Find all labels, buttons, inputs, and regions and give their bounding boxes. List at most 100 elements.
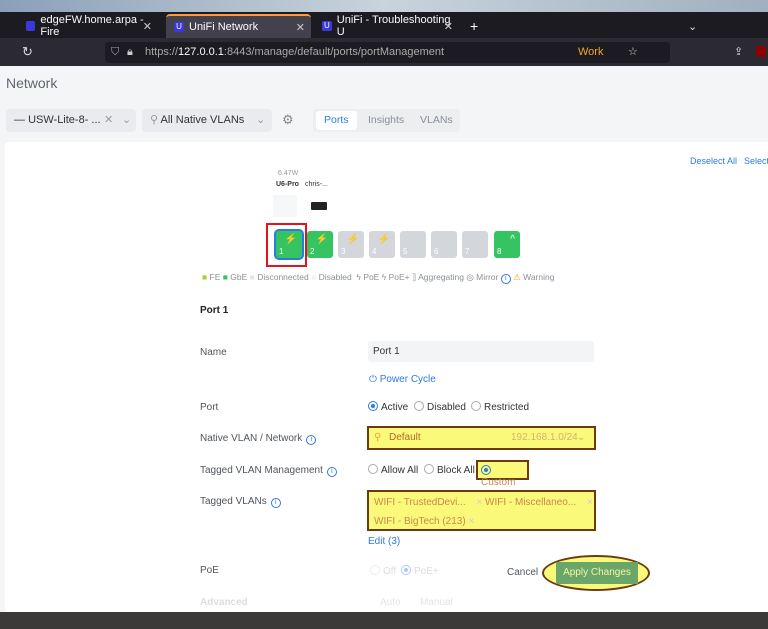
close-tab-icon[interactable]: ✕	[444, 20, 453, 33]
port-disabled-radio[interactable]: Disabled	[414, 401, 466, 413]
url-path: :8443/manage/default/ports/portManagemen…	[223, 46, 445, 58]
page-title: Network	[6, 75, 58, 91]
device-name[interactable]: chris-...	[305, 181, 328, 188]
port-8[interactable]: ^ 8	[494, 231, 520, 258]
legend-warning: Warning	[523, 272, 555, 282]
desktop-background	[0, 612, 768, 629]
new-tab-button[interactable]: +	[462, 14, 478, 38]
tab-title: UniFi - Troubleshooting U	[336, 14, 451, 38]
chip-label: WIFI - TrustedDevi...	[374, 497, 466, 508]
vlan-filter-select[interactable]: ⚲ All Native VLANs ⌄	[142, 109, 272, 132]
remove-chip-icon[interactable]: ×	[468, 516, 474, 527]
list-tabs-icon[interactable]: ⌄	[680, 14, 697, 38]
power-cycle-button[interactable]: ⏻ Power Cycle	[369, 374, 436, 385]
poe-plus-icon: ⚡	[346, 234, 359, 245]
port-number: 6	[434, 247, 439, 256]
clear-icon[interactable]: ✕	[104, 109, 113, 132]
container-label[interactable]: Work	[578, 46, 603, 58]
search-icon: ⚲	[374, 432, 382, 443]
port-5[interactable]: 5	[400, 231, 426, 258]
vlan-chip: WIFI - Miscellaneo... ×	[485, 497, 593, 508]
url-host: 127.0.0.1	[178, 46, 224, 58]
block-all-radio[interactable]: Block All	[424, 464, 475, 476]
view-tabs: Ports Insights VLANs	[313, 109, 460, 132]
native-vlan-select[interactable]: ⚲ Default 192.168.1.0/24 ⌄	[367, 426, 596, 450]
port-7[interactable]: 7	[462, 231, 488, 258]
port-6[interactable]: 6	[431, 231, 457, 258]
select-all-link[interactable]: Select	[744, 156, 768, 166]
port-restricted-radio[interactable]: Restricted	[471, 401, 529, 413]
radio-icon	[370, 565, 380, 575]
uplink-icon: ^	[510, 234, 515, 245]
port-number: 4	[372, 247, 377, 256]
port-active-radio[interactable]: Active	[368, 401, 408, 413]
ublock-icon[interactable]	[756, 46, 766, 57]
port-2[interactable]: ⚡ 2	[307, 231, 333, 258]
search-icon: ⚲	[150, 114, 161, 126]
browser-tab-active[interactable]: U UniFi Network ✕	[166, 14, 311, 38]
lock-icon: 🔒︎	[127, 46, 133, 58]
device-name[interactable]: U6-Pro	[276, 181, 299, 188]
poe-plus-icon: ⚡	[315, 234, 328, 245]
tab-vlans[interactable]: VLANs	[412, 111, 461, 130]
pfsense-favicon-icon	[26, 21, 36, 31]
custom-radio[interactable]: Custom	[476, 460, 529, 488]
option-label: Active	[381, 402, 409, 413]
close-tab-icon[interactable]: ✕	[143, 20, 152, 33]
tab-insights[interactable]: Insights	[360, 111, 412, 130]
browser-tab[interactable]: U UniFi - Troubleshooting U ✕	[314, 14, 459, 38]
name-label: Name	[200, 347, 227, 358]
port-number: 7	[465, 247, 470, 256]
name-input[interactable]: Port 1	[368, 341, 594, 362]
radio-selected-icon	[368, 401, 378, 411]
remove-chip-icon[interactable]: ×	[587, 497, 593, 508]
option-label: Off	[383, 566, 397, 577]
bookmark-star-icon[interactable]: ☆	[628, 45, 638, 58]
advanced-auto-option[interactable]: Auto	[380, 597, 401, 608]
deselect-all-link[interactable]: Deselect All	[690, 156, 737, 166]
remove-chip-icon[interactable]: ×	[476, 497, 482, 508]
port-4[interactable]: ⚡ 4	[369, 231, 395, 258]
tab-ports[interactable]: Ports	[316, 111, 357, 130]
browser-tab[interactable]: edgeFW.home.arpa - Fire ✕	[18, 14, 158, 38]
legend-gbe: GbE	[230, 272, 248, 282]
close-tab-icon[interactable]: ✕	[296, 21, 305, 34]
reload-icon[interactable]: ↻	[22, 44, 33, 60]
info-icon[interactable]: i	[326, 467, 337, 477]
apply-changes-button[interactable]: Apply Changes	[556, 562, 638, 584]
poe-plus-radio[interactable]: PoE+	[401, 565, 439, 577]
device-power: 6.47W	[278, 170, 299, 177]
info-icon[interactable]: i	[270, 498, 281, 508]
tagged-vlans-select[interactable]: WIFI - TrustedDevi... × WIFI - Miscellan…	[367, 490, 596, 531]
power-cycle-icon: ⏻	[369, 374, 380, 385]
disconnected-swatch-icon: ■	[249, 272, 255, 282]
option-label: Allow All	[381, 465, 419, 476]
fe-swatch-icon: ■	[202, 272, 208, 282]
port-1[interactable]: ⚡ 1	[276, 231, 302, 258]
legend-aggregating: Aggregating	[418, 272, 464, 282]
poe-label: PoE	[200, 565, 219, 576]
poe-off-radio[interactable]: Off	[370, 565, 396, 577]
legend-mirror: Mirror	[476, 272, 499, 282]
settings-gear-icon[interactable]: ⚙	[282, 112, 294, 128]
info-icon[interactable]: i	[500, 274, 511, 284]
radio-icon	[414, 401, 424, 411]
poe-plus-icon: ϟ	[381, 272, 387, 282]
edit-tagged-vlans-link[interactable]: Edit (3)	[368, 536, 400, 547]
allow-all-radio[interactable]: Allow All	[368, 464, 418, 476]
port-number: 5	[403, 247, 408, 256]
access-point-icon	[273, 195, 297, 217]
tagged-vlans-label: Tagged VLANs i	[200, 496, 281, 508]
poe-plus-icon: ⚡	[284, 234, 297, 245]
cancel-button[interactable]: Cancel	[507, 567, 538, 578]
desktop-background	[0, 0, 768, 12]
legend-disconnected: Disconnected	[257, 272, 309, 282]
radio-icon	[424, 464, 434, 474]
device-select[interactable]: — USW-Lite-8- ... ✕ ⌄	[6, 109, 136, 132]
port-3[interactable]: ⚡ 3	[338, 231, 364, 258]
share-icon[interactable]: ⇪	[734, 45, 743, 58]
chevron-down-icon: ⌄	[577, 432, 586, 443]
info-icon[interactable]: i	[306, 435, 317, 445]
legend-poe: PoE	[363, 272, 380, 282]
advanced-manual-option[interactable]: Manual	[420, 597, 453, 608]
